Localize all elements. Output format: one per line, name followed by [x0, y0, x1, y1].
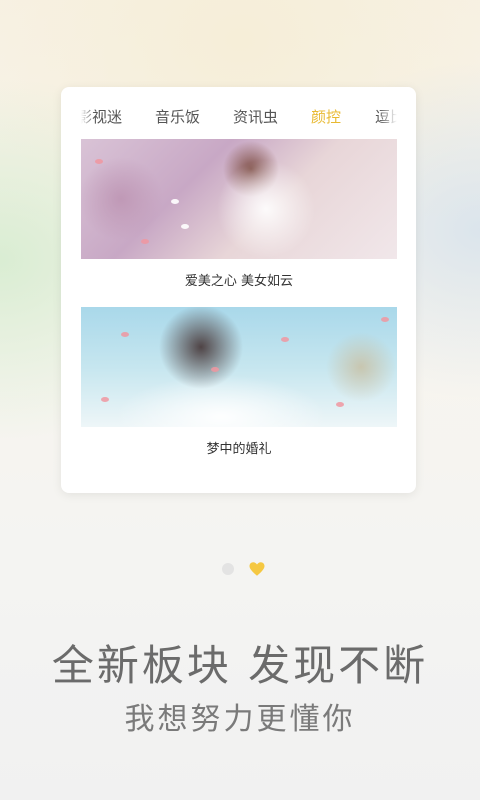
heart-icon: [249, 562, 265, 576]
tabs-fade-right: [379, 105, 397, 129]
headline: 全新板块 发现不断: [51, 641, 429, 690]
category-tabs: 影视迷 音乐饭 资讯虫 颜控 逗比: [81, 105, 397, 129]
content-card: 影视迷 音乐饭 资讯虫 颜控 逗比 爱美之心 美女如云 梦中的婚礼: [61, 87, 416, 493]
page-dot: [222, 563, 234, 575]
tab-looks[interactable]: 颜控: [311, 105, 341, 129]
card-image-flowers[interactable]: [81, 139, 397, 259]
subline: 我想努力更懂你: [124, 702, 356, 737]
tab-news[interactable]: 资讯虫: [233, 105, 278, 129]
tabs-fade-left: [81, 105, 95, 129]
page-indicator: [0, 560, 480, 578]
tab-music[interactable]: 音乐饭: [155, 105, 200, 129]
card-caption[interactable]: 梦中的婚礼: [81, 438, 397, 457]
card-image-bride[interactable]: [81, 307, 397, 427]
card-caption[interactable]: 爱美之心 美女如云: [81, 270, 397, 289]
